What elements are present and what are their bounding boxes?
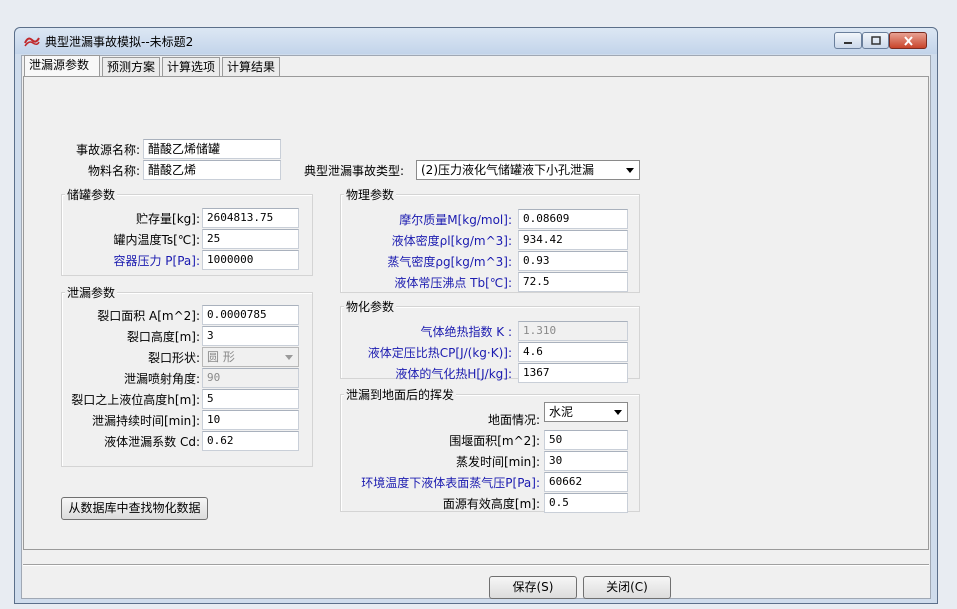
orifice-shape-label: 裂口形状: [147, 351, 200, 365]
discharge-coeff-input[interactable]: 0.62 [202, 431, 299, 451]
vapor-pressure-input[interactable]: 60662 [544, 472, 628, 492]
leak-duration-label: 泄漏持续时间[min]: [91, 414, 200, 428]
ground-type-select[interactable]: 水泥 [544, 402, 628, 422]
dialog-client-area: 泄漏源参数 预测方案 计算选项 计算结果 事故源名称: 醋酸乙烯储罐 物料名称:… [21, 55, 931, 599]
tab-calc-options[interactable]: 计算选项 [162, 57, 220, 76]
discharge-coeff-label: 液体泄漏系数 Cd: [104, 435, 200, 449]
app-logo-icon [24, 37, 40, 47]
boiling-point-label: 液体常压沸点 Tb[℃]: [394, 276, 512, 290]
close-icon [903, 35, 913, 46]
vaporization-heat-input[interactable]: 1367 [518, 363, 628, 383]
accident-type-label: 典型泄漏事故类型: [304, 164, 405, 178]
surface-height-label: 面源有效高度[m]: [442, 497, 540, 511]
orifice-height-input[interactable]: 3 [202, 326, 299, 346]
orifice-shape-select[interactable]: 圆 形 [202, 347, 299, 367]
close-window-button[interactable] [889, 32, 927, 49]
source-params-panel: 事故源名称: 醋酸乙烯储罐 物料名称: 醋酸乙烯 典型泄漏事故类型: (2)压力… [23, 76, 929, 550]
minimize-icon [844, 41, 852, 44]
app-window: 典型泄漏事故模拟--未标题2 泄漏源参数 预测方案 计算选项 计算结果 事故源名… [14, 27, 938, 604]
physical-params-title: 物理参数 [344, 186, 397, 203]
molar-mass-input[interactable]: 0.08609 [518, 209, 628, 229]
vessel-pressure-label: 容器压力 P[Pa]: [113, 254, 200, 268]
material-name-input[interactable]: 醋酸乙烯 [143, 160, 281, 180]
liquid-density-label: 液体密度ρl[kg/m^3]: [391, 234, 512, 248]
footer-separator [23, 564, 929, 566]
surface-height-input[interactable]: 0.5 [544, 493, 628, 513]
chemical-params-title: 物化参数 [344, 298, 397, 315]
storage-mass-input[interactable]: 2604813.75 [202, 208, 299, 228]
adiabatic-index-input[interactable]: 1.310 [518, 321, 628, 341]
chevron-down-icon [626, 168, 634, 173]
orifice-shape-value: 圆 形 [207, 350, 235, 364]
vessel-pressure-input[interactable]: 1000000 [202, 250, 299, 270]
orifice-area-input[interactable]: 0.0000785 [202, 305, 299, 325]
orifice-area-label: 裂口面积 A[m^2]: [97, 309, 200, 323]
vaporization-heat-label: 液体的气化热H[J/kg]: [395, 367, 512, 381]
specific-heat-label: 液体定压比热CP[J/(kg·K)]: [367, 346, 512, 360]
tab-prediction-plan[interactable]: 预测方案 [102, 57, 160, 76]
tank-temp-label: 罐内温度Ts[℃]: [113, 233, 200, 247]
title-bar[interactable]: 典型泄漏事故模拟--未标题2 [15, 28, 937, 54]
minimize-button[interactable] [834, 32, 862, 49]
liquid-level-label: 裂口之上液位高度h[m]: [71, 393, 200, 407]
molar-mass-label: 摩尔质量M[kg/mol]: [399, 213, 512, 227]
maximize-icon [870, 36, 881, 45]
liquid-level-input[interactable]: 5 [202, 389, 299, 409]
vapor-pressure-label: 环境温度下液体表面蒸气压P[Pa]: [361, 476, 540, 490]
tab-source-params[interactable]: 泄漏源参数 [24, 55, 100, 76]
adiabatic-index-label: 气体绝热指数 K : [420, 325, 512, 339]
chevron-down-icon [285, 355, 293, 360]
window-title: 典型泄漏事故模拟--未标题2 [45, 35, 194, 49]
orifice-height-label: 裂口高度[m]: [126, 330, 200, 344]
accident-type-value: (2)压力液化气储罐液下小孔泄漏 [421, 163, 594, 177]
vapor-density-input[interactable]: 0.93 [518, 251, 628, 271]
leak-params-title: 泄漏参数 [65, 284, 118, 301]
evap-time-label: 蒸发时间[min]: [455, 455, 540, 469]
evap-time-input[interactable]: 30 [544, 451, 628, 471]
material-name-label: 物料名称: [87, 164, 140, 178]
source-name-input[interactable]: 醋酸乙烯储罐 [143, 139, 281, 159]
tab-calc-results[interactable]: 计算结果 [222, 57, 280, 76]
lookup-database-button[interactable]: 从数据库中查找物化数据 [61, 497, 208, 520]
vapor-density-label: 蒸气密度ρg[kg/m^3]: [387, 255, 512, 269]
weir-area-label: 围堰面积[m^2]: [449, 434, 540, 448]
tank-temp-input[interactable]: 25 [202, 229, 299, 249]
leak-duration-input[interactable]: 10 [202, 410, 299, 430]
liquid-density-input[interactable]: 934.42 [518, 230, 628, 250]
accident-type-select[interactable]: (2)压力液化气储罐液下小孔泄漏 [416, 160, 640, 180]
weir-area-input[interactable]: 50 [544, 430, 628, 450]
ground-type-label: 地面情况: [487, 413, 540, 427]
boiling-point-input[interactable]: 72.5 [518, 272, 628, 292]
chevron-down-icon [614, 410, 622, 415]
jet-angle-input[interactable]: 90 [202, 368, 299, 388]
specific-heat-input[interactable]: 4.6 [518, 342, 628, 362]
maximize-button[interactable] [862, 32, 889, 49]
evaporation-title: 泄漏到地面后的挥发 [344, 386, 457, 403]
source-name-label: 事故源名称: [75, 143, 140, 157]
storage-params-title: 储罐参数 [65, 186, 118, 203]
save-button[interactable]: 保存(S) [489, 576, 577, 599]
jet-angle-label: 泄漏喷射角度: [123, 372, 200, 386]
ground-type-value: 水泥 [549, 405, 574, 419]
storage-mass-label: 贮存量[kg]: [136, 212, 200, 226]
close-button[interactable]: 关闭(C) [583, 576, 671, 599]
